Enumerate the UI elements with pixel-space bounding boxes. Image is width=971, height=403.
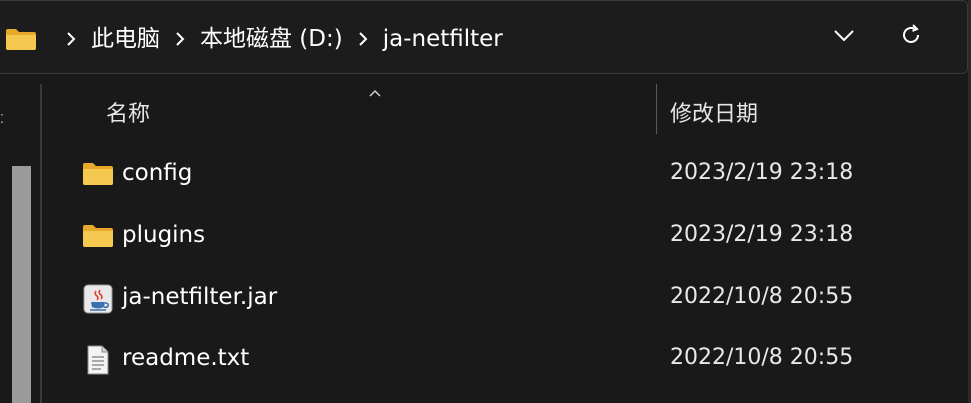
breadcrumb-item-this-pc[interactable]: 此电脑 <box>91 20 160 58</box>
column-divider[interactable] <box>656 84 657 134</box>
navigation-pane: ⁚ <box>0 84 32 403</box>
chevron-right-icon[interactable] <box>353 29 373 49</box>
folder-icon <box>5 27 37 51</box>
breadcrumb: 此电脑 本地磁盘 (D:) ja-netfilter <box>5 20 503 58</box>
text-file-icon <box>82 344 114 375</box>
chevron-down-icon <box>833 28 855 47</box>
address-history-button[interactable] <box>824 17 864 57</box>
column-name-header[interactable]: 名称 <box>106 96 150 128</box>
file-date: 2023/2/19 23:18 <box>670 222 854 247</box>
column-header: 名称 修改日期 <box>42 84 968 136</box>
breadcrumb-item-drive-d[interactable]: 本地磁盘 (D:) <box>200 20 343 58</box>
file-name[interactable]: plugins <box>122 222 205 248</box>
file-row-plugins[interactable]: plugins 2023/2/19 23:18 <box>42 208 968 264</box>
file-date: 2023/2/19 23:18 <box>670 160 854 185</box>
folder-icon <box>82 221 114 251</box>
breadcrumb-item-ja-netfilter[interactable]: ja-netfilter <box>383 20 503 58</box>
file-row-ja-netfilter-jar[interactable]: ja-netfilter.jar 2022/10/8 20:55 <box>42 270 968 326</box>
file-name[interactable]: ja-netfilter.jar <box>122 284 277 310</box>
nav-scrollbar-thumb[interactable] <box>12 166 31 403</box>
chevron-right-icon[interactable] <box>170 29 190 49</box>
refresh-icon <box>899 23 923 51</box>
file-date: 2022/10/8 20:55 <box>670 284 854 309</box>
file-date: 2022/10/8 20:55 <box>670 345 854 370</box>
refresh-button[interactable] <box>891 17 931 57</box>
file-name[interactable]: config <box>122 160 192 186</box>
address-bar[interactable]: 此电脑 本地磁盘 (D:) ja-netfilter <box>0 0 968 74</box>
chevron-right-icon[interactable] <box>61 29 81 49</box>
file-row-config[interactable]: config 2023/2/19 23:18 <box>42 146 968 202</box>
sort-up-icon <box>367 84 383 97</box>
java-jar-icon <box>82 283 114 314</box>
column-date-header[interactable]: 修改日期 <box>670 96 758 128</box>
file-row-readme-txt[interactable]: readme.txt 2022/10/8 20:55 <box>42 331 968 387</box>
nav-expand-icon[interactable]: ⁚ <box>0 112 4 126</box>
file-name[interactable]: readme.txt <box>122 345 249 371</box>
folder-icon <box>82 159 114 189</box>
